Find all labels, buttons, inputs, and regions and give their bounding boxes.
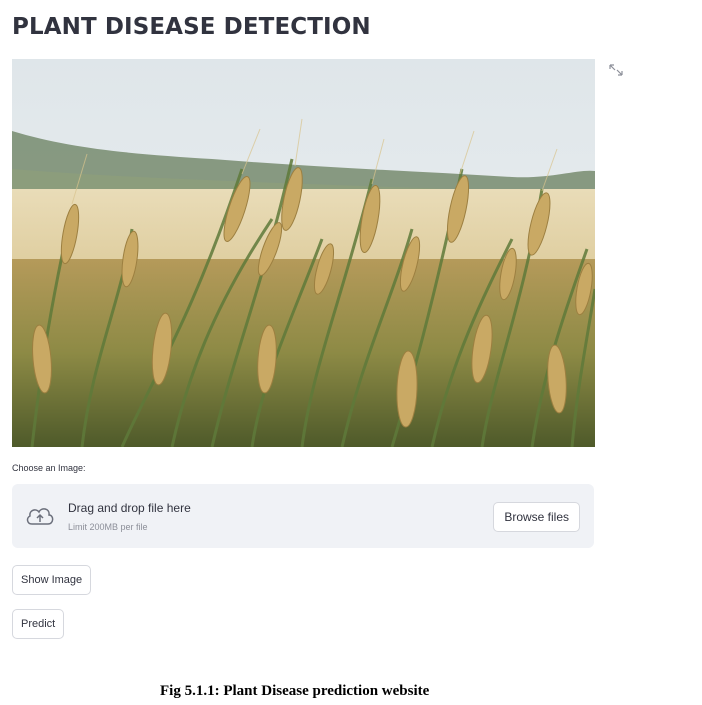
- show-image-button[interactable]: Show Image: [12, 565, 92, 595]
- dropzone-limit: Limit 200MB per file: [68, 522, 148, 532]
- figure-caption: Fig 5.1.1: Plant Disease prediction webs…: [160, 683, 430, 699]
- file-dropzone[interactable]: Drag and drop file here Limit 200MB per …: [12, 484, 594, 548]
- cloud-upload-icon: [24, 504, 56, 528]
- uploader-label: Choose an Image:: [12, 463, 86, 473]
- wheat-field-image: [12, 59, 595, 447]
- page-title: PLANT DISEASE DETECTION: [12, 14, 371, 40]
- fullscreen-icon[interactable]: [607, 62, 625, 78]
- predict-button[interactable]: Predict: [12, 609, 65, 639]
- browse-files-button[interactable]: Browse files: [493, 502, 580, 532]
- dropzone-instruction: Drag and drop file here: [68, 501, 191, 515]
